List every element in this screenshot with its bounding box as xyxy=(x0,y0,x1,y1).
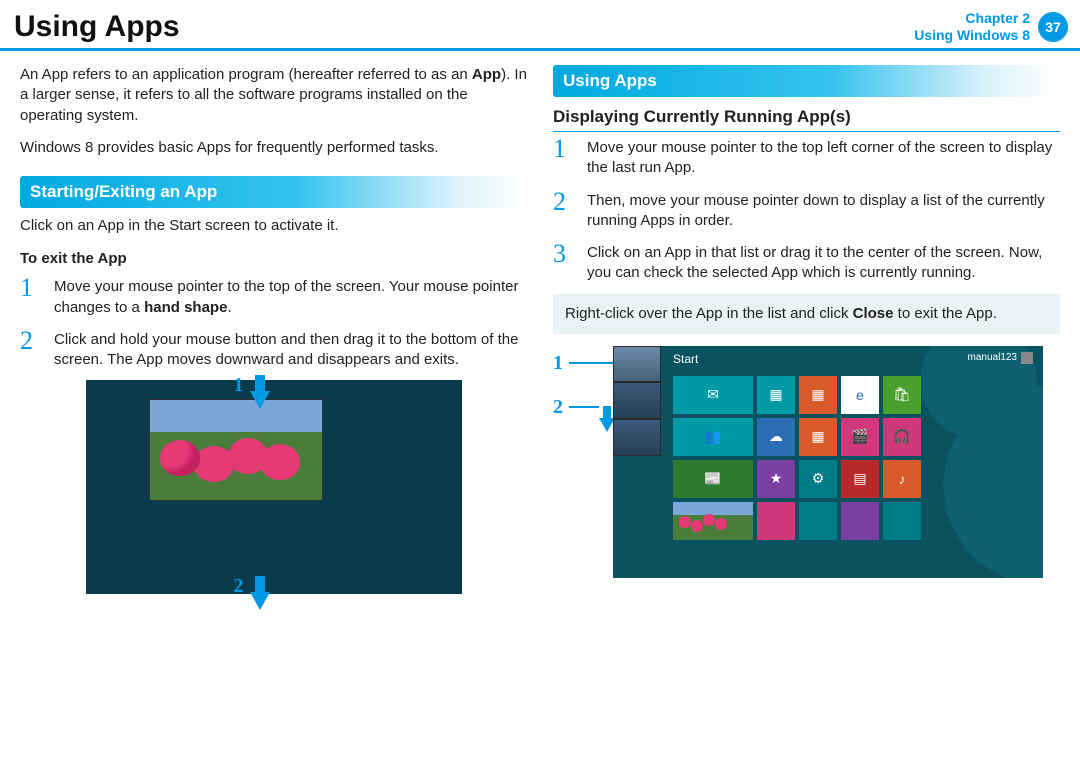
intro-paragraph-1: An App refers to an application program … xyxy=(20,65,527,126)
start-tiles: ✉ ▦ ▦ e 🛍 👥 ☁ ▦ 🎬 🎧 📰 ★ ⚙ ▤ ♪ xyxy=(673,376,921,540)
gear-icon: ⚙ xyxy=(812,470,825,487)
callout-2: 2 xyxy=(553,396,621,419)
exit-steps-list: 1 Move your mouse pointer to the top of … xyxy=(20,275,527,370)
tile-news: 📰 xyxy=(673,460,753,498)
header-rule xyxy=(0,48,1080,51)
user-label: manual123 xyxy=(968,352,1033,364)
start-screen: Start manual123 ✉ ▦ ▦ e 🛍 👥 ☁ ▦ 🎬 🎧 xyxy=(613,346,1043,578)
grid-icon: ▦ xyxy=(811,428,824,445)
store-icon: 🛍 xyxy=(893,386,911,403)
grid-icon: ▦ xyxy=(811,386,824,403)
tile: ▤ xyxy=(841,460,879,498)
step-text: Move your mouse pointer to the top left … xyxy=(587,136,1060,179)
section-starting-exiting: Starting/Exiting an App xyxy=(20,176,527,208)
cloud-icon: ☁ xyxy=(769,428,783,445)
tile: ▦ xyxy=(799,376,837,414)
tile xyxy=(757,502,795,540)
arrow-down-icon xyxy=(250,391,270,409)
display-running-heading: Displaying Currently Running App(s) xyxy=(553,107,1060,132)
section-using-apps: Using Apps xyxy=(553,65,1060,97)
step-text: Move your mouse pointer to the top of th… xyxy=(54,275,527,318)
news-icon: 📰 xyxy=(704,470,721,487)
screenshot-drag-to-close: 1 2 xyxy=(86,380,462,594)
tile: ♪ xyxy=(883,460,921,498)
tile-music: 🎧 xyxy=(883,418,921,456)
page-number-badge: 37 xyxy=(1038,12,1068,42)
tile xyxy=(841,502,879,540)
left-column: An App refers to an application program … xyxy=(20,65,527,594)
exit-step-2: 2 Click and hold your mouse button and t… xyxy=(20,328,527,371)
avatar-icon xyxy=(1021,352,1033,364)
header-right: Chapter 2 Using Windows 8 37 xyxy=(914,10,1068,44)
page-title: Using Apps xyxy=(14,10,180,44)
two-column-layout: An App refers to an application program … xyxy=(0,65,1080,594)
tile-skydrive: ☁ xyxy=(757,418,795,456)
app-switcher-sidebar xyxy=(613,346,661,456)
ie-icon: e xyxy=(856,387,864,403)
display-steps-list: 1 Move your mouse pointer to the top lef… xyxy=(553,136,1060,284)
arrow-down-icon xyxy=(250,592,270,610)
display-step-3: 3 Click on an App in that list or drag i… xyxy=(553,241,1060,284)
people-icon: 👥 xyxy=(704,428,721,445)
display-step-2: 2 Then, move your mouse pointer down to … xyxy=(553,189,1060,232)
step-number: 1 xyxy=(20,275,44,318)
tile: ▦ xyxy=(757,376,795,414)
switcher-thumb xyxy=(613,346,661,383)
callout-1: 1 xyxy=(234,374,270,397)
step-text: Click and hold your mouse button and the… xyxy=(54,328,527,371)
tile xyxy=(799,502,837,540)
switcher-thumb xyxy=(613,419,661,456)
callout-line xyxy=(569,406,599,408)
callout-2: 2 xyxy=(234,575,270,598)
app-window-thumbnail xyxy=(150,400,322,500)
tile-store: 🛍 xyxy=(883,376,921,414)
star-icon: ★ xyxy=(770,470,783,487)
step-number: 3 xyxy=(553,241,577,284)
grid-icon: ▦ xyxy=(769,386,782,403)
callout-1: 1 xyxy=(553,352,613,375)
tile-video: 🎬 xyxy=(841,418,879,456)
headphones-icon: 🎧 xyxy=(893,428,910,445)
chapter-name: Using Windows 8 xyxy=(914,27,1030,44)
close-note-box: Right-click over the App in the list and… xyxy=(553,294,1060,334)
tile-people: 👥 xyxy=(673,418,753,456)
chapter-block: Chapter 2 Using Windows 8 xyxy=(914,10,1030,44)
to-exit-heading: To exit the App xyxy=(20,250,527,267)
music-icon: ♪ xyxy=(899,471,906,487)
step-text: Then, move your mouse pointer down to di… xyxy=(587,189,1060,232)
chapter-label: Chapter 2 xyxy=(914,10,1030,27)
list-icon: ▤ xyxy=(853,470,866,487)
step-number: 2 xyxy=(553,189,577,232)
mail-icon: ✉ xyxy=(707,386,719,403)
page-header: Using Apps Chapter 2 Using Windows 8 37 xyxy=(0,0,1080,48)
tile-mail: ✉ xyxy=(673,376,753,414)
step-text: Click on an App in that list or drag it … xyxy=(587,241,1060,284)
step-number: 2 xyxy=(20,328,44,371)
right-column: Using Apps Displaying Currently Running … xyxy=(553,65,1060,594)
step-number: 1 xyxy=(553,136,577,179)
tile: ▦ xyxy=(799,418,837,456)
callout-line xyxy=(569,362,613,364)
video-icon: 🎬 xyxy=(851,428,868,445)
tile-settings: ⚙ xyxy=(799,460,837,498)
switcher-thumb xyxy=(613,382,661,419)
exit-step-1: 1 Move your mouse pointer to the top of … xyxy=(20,275,527,318)
tile-ie: e xyxy=(841,376,879,414)
intro-paragraph-2: Windows 8 provides basic Apps for freque… xyxy=(20,138,527,158)
start-label: Start xyxy=(673,352,698,366)
display-step-1: 1 Move your mouse pointer to the top lef… xyxy=(553,136,1060,179)
screenshot-start-switcher: 1 2 Start manual123 xyxy=(553,346,1060,582)
tile xyxy=(883,502,921,540)
tile-photos xyxy=(673,502,753,540)
click-to-activate-line: Click on an App in the Start screen to a… xyxy=(20,216,527,236)
tile: ★ xyxy=(757,460,795,498)
